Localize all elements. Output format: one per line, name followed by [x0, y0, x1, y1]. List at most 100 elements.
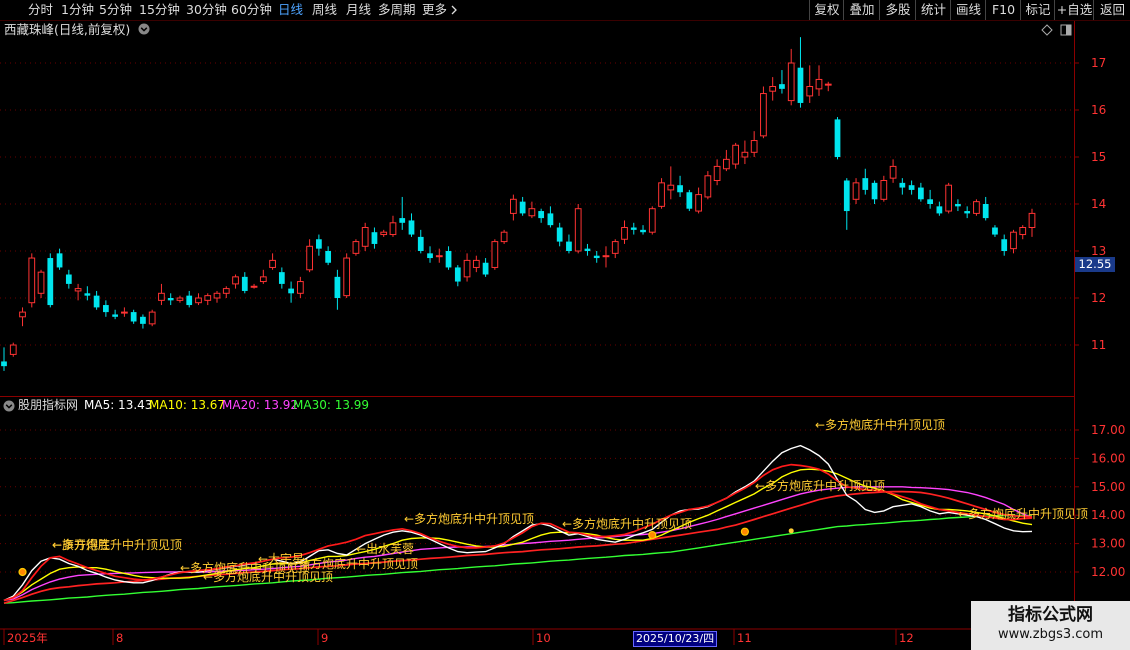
- candle[interactable]: [482, 258, 489, 277]
- candle[interactable]: [408, 213, 415, 237]
- candle[interactable]: [852, 178, 860, 204]
- candle[interactable]: [491, 239, 499, 270]
- candle[interactable]: [519, 196, 526, 216]
- candle[interactable]: [435, 248, 443, 263]
- candle[interactable]: [556, 222, 563, 247]
- candle[interactable]: [732, 142, 740, 169]
- candle[interactable]: [325, 246, 332, 266]
- indicator-name[interactable]: 股朋指标网: [18, 398, 78, 413]
- candle[interactable]: [306, 239, 313, 273]
- candle[interactable]: [148, 309, 156, 327]
- candle[interactable]: [797, 37, 804, 108]
- candle[interactable]: [889, 159, 897, 183]
- candle[interactable]: [121, 307, 128, 317]
- candle[interactable]: [47, 253, 54, 308]
- candle[interactable]: [500, 229, 508, 244]
- candle[interactable]: [158, 283, 165, 306]
- candle[interactable]: [213, 290, 221, 303]
- candle[interactable]: [584, 243, 591, 256]
- candle[interactable]: [389, 215, 397, 237]
- candle[interactable]: [65, 269, 72, 289]
- candle[interactable]: [361, 222, 369, 251]
- chevron-down-icon[interactable]: [3, 400, 15, 412]
- candle[interactable]: [834, 117, 841, 160]
- candle[interactable]: [621, 220, 628, 244]
- candle[interactable]: [176, 295, 184, 303]
- candle[interactable]: [1, 347, 7, 371]
- candle[interactable]: [538, 208, 545, 223]
- candle[interactable]: [140, 314, 146, 329]
- candle[interactable]: [93, 290, 100, 310]
- candle[interactable]: [9, 342, 17, 357]
- candle[interactable]: [695, 187, 702, 214]
- kline-chart[interactable]: 11 12 13 14 15 16 17 12.00 13.00 14.00 15.00 16.00…: [0, 0, 1130, 650]
- candle[interactable]: [509, 194, 517, 221]
- candle[interactable]: [630, 222, 637, 235]
- candle[interactable]: [862, 168, 869, 195]
- candle[interactable]: [241, 272, 248, 294]
- candle[interactable]: [899, 178, 906, 195]
- candle[interactable]: [232, 274, 239, 289]
- candle[interactable]: [380, 229, 388, 237]
- candle[interactable]: [528, 201, 536, 219]
- candle[interactable]: [269, 253, 276, 270]
- candle[interactable]: [1001, 234, 1008, 256]
- candle[interactable]: [19, 307, 26, 327]
- candle[interactable]: [316, 234, 322, 256]
- candle[interactable]: [806, 65, 814, 103]
- pane-divider[interactable]: [0, 396, 1075, 397]
- candle[interactable]: [28, 253, 36, 308]
- candle[interactable]: [427, 246, 433, 263]
- candle[interactable]: [417, 229, 424, 254]
- candle[interactable]: [288, 281, 294, 303]
- candle[interactable]: [204, 293, 212, 306]
- candle[interactable]: [186, 290, 193, 308]
- candle[interactable]: [769, 77, 777, 101]
- candle[interactable]: [1019, 225, 1027, 240]
- candle[interactable]: [973, 199, 980, 216]
- candle[interactable]: [982, 196, 989, 221]
- candle[interactable]: [824, 81, 832, 92]
- candle[interactable]: [112, 309, 119, 320]
- candle[interactable]: [103, 300, 109, 317]
- candle[interactable]: [908, 180, 915, 195]
- candle[interactable]: [936, 201, 943, 216]
- candle[interactable]: [445, 246, 452, 270]
- candle[interactable]: [843, 178, 850, 230]
- candle[interactable]: [352, 239, 360, 256]
- candle[interactable]: [611, 239, 619, 259]
- candle[interactable]: [37, 269, 45, 298]
- candle[interactable]: [648, 206, 656, 235]
- candle[interactable]: [472, 255, 480, 273]
- candle[interactable]: [250, 283, 258, 289]
- candle[interactable]: [343, 253, 351, 298]
- candle[interactable]: [787, 48, 795, 106]
- candle[interactable]: [296, 276, 304, 298]
- candle[interactable]: [779, 70, 785, 94]
- candle[interactable]: [593, 251, 600, 263]
- candle[interactable]: [760, 86, 767, 139]
- candle[interactable]: [130, 309, 137, 324]
- candle[interactable]: [56, 248, 63, 270]
- candle[interactable]: [167, 293, 174, 306]
- candle[interactable]: [871, 180, 878, 205]
- candle[interactable]: [566, 234, 572, 254]
- candle[interactable]: [927, 189, 933, 209]
- candle[interactable]: [686, 189, 693, 212]
- candle[interactable]: [667, 166, 675, 200]
- candle[interactable]: [454, 265, 461, 287]
- candle[interactable]: [1028, 208, 1036, 237]
- candle[interactable]: [222, 286, 230, 298]
- candle[interactable]: [704, 171, 712, 200]
- candle[interactable]: [195, 293, 202, 306]
- candle[interactable]: [945, 182, 953, 214]
- candle[interactable]: [815, 65, 823, 96]
- candle[interactable]: [640, 225, 646, 235]
- candle[interactable]: [750, 131, 758, 157]
- candle[interactable]: [547, 206, 554, 228]
- candle[interactable]: [1010, 229, 1017, 254]
- candle[interactable]: [955, 199, 961, 212]
- candle[interactable]: [399, 196, 406, 230]
- candle[interactable]: [741, 140, 749, 165]
- candle[interactable]: [964, 206, 971, 219]
